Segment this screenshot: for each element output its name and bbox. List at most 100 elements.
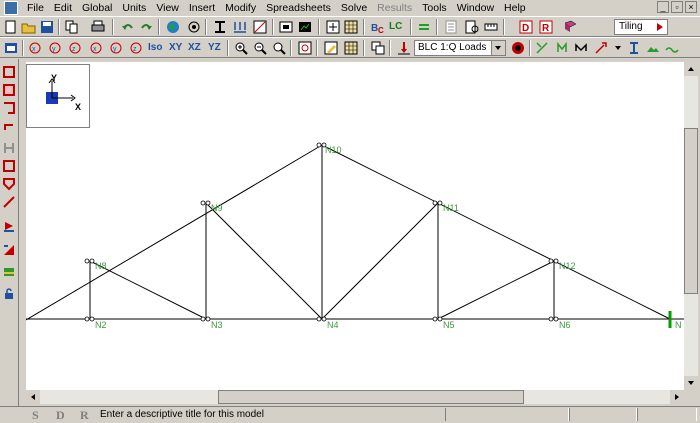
point-load-icon[interactable] <box>2 177 16 191</box>
status-panel <box>569 408 637 421</box>
model-view[interactable]: Y X N2 N3 N4 N5 N6 N N8 N9 N10 N11 N12 <box>26 62 684 390</box>
xz-view-button[interactable]: XZ <box>188 41 201 55</box>
full-screen-icon[interactable] <box>278 19 294 35</box>
zoom-fit-icon[interactable] <box>297 40 313 56</box>
app-icon[interactable] <box>4 1 18 15</box>
zoom-in-icon[interactable] <box>233 40 249 56</box>
area-load-icon[interactable] <box>2 219 16 233</box>
scroll-right-button[interactable] <box>670 390 684 404</box>
open-folder-icon[interactable] <box>21 19 37 35</box>
vertical-scroll-thumb[interactable] <box>684 128 698 294</box>
print-icon[interactable] <box>90 19 106 35</box>
basic-load-case-icon[interactable]: BC <box>370 19 386 35</box>
draw-member-icon[interactable] <box>2 119 16 133</box>
scroll-left-button[interactable] <box>26 390 40 404</box>
chevron-down-icon[interactable] <box>491 41 505 55</box>
moment-icon[interactable] <box>573 40 589 56</box>
scroll-down-button[interactable] <box>684 376 698 390</box>
supports-dropdown-icon[interactable] <box>610 40 626 56</box>
globe-icon[interactable] <box>165 19 181 35</box>
menu-tools[interactable]: Tools <box>417 0 452 16</box>
section-icon[interactable] <box>212 19 228 35</box>
deflection-icon[interactable] <box>510 40 526 56</box>
lock-icon[interactable] <box>2 287 16 301</box>
menu-view[interactable]: View <box>151 0 184 16</box>
supports-icon[interactable] <box>593 40 609 56</box>
iso-view-button[interactable]: Iso <box>148 41 162 55</box>
green-equals-icon[interactable] <box>416 19 432 35</box>
minimize-button[interactable]: _ <box>657 1 669 13</box>
window-icon[interactable] <box>3 40 19 56</box>
member-forces-icon[interactable] <box>534 40 550 56</box>
menu-edit[interactable]: Edit <box>49 0 77 16</box>
close-button[interactable]: × <box>685 1 697 13</box>
load-combinations-button[interactable]: LC <box>389 20 402 34</box>
status-r[interactable]: R <box>80 408 89 423</box>
load-case-select[interactable]: BLC 1:Q Loads <box>414 40 506 56</box>
draw-plates-icon[interactable] <box>2 83 16 97</box>
boundary-icon[interactable] <box>2 141 16 155</box>
copy-icon[interactable] <box>64 19 80 35</box>
save-icon[interactable] <box>39 19 55 35</box>
status-s[interactable]: S <box>32 408 39 423</box>
moving-load-icon[interactable] <box>2 265 16 279</box>
node-load-icon[interactable] <box>2 159 16 173</box>
zoom-previous-icon[interactable] <box>271 40 287 56</box>
column-icon[interactable] <box>626 40 642 56</box>
menu-window[interactable]: Window <box>452 0 499 16</box>
rotate-neg-y-icon[interactable]: y <box>108 40 124 56</box>
results-icon[interactable]: R <box>538 19 554 35</box>
menu-solve[interactable]: Solve <box>336 0 372 16</box>
draw-walls-icon[interactable] <box>2 101 16 115</box>
rotate-z-icon[interactable]: z <box>67 40 83 56</box>
menu-global[interactable]: Global <box>77 0 117 16</box>
solve-icon[interactable] <box>325 19 341 35</box>
draw-members-icon[interactable] <box>2 65 16 79</box>
restore-button[interactable]: ▫ <box>671 1 683 13</box>
redo-icon[interactable] <box>138 19 154 35</box>
menu-modify[interactable]: Modify <box>220 0 261 16</box>
graph-icon[interactable] <box>252 19 268 35</box>
horizontal-scroll-thumb[interactable] <box>218 390 524 404</box>
loads-icon[interactable] <box>232 19 248 35</box>
report-icon[interactable] <box>443 19 459 35</box>
clone-view-icon[interactable] <box>370 40 386 56</box>
undo-icon[interactable] <box>120 19 136 35</box>
tiling-button[interactable]: Tiling <box>614 19 668 35</box>
monitor-icon[interactable] <box>297 19 313 35</box>
menu-spreadsheets[interactable]: Spreadsheets <box>261 0 336 16</box>
menu-help[interactable]: Help <box>499 0 531 16</box>
rotate-neg-x-icon[interactable]: x <box>88 40 104 56</box>
xy-view-button[interactable]: XY <box>169 41 182 55</box>
grid-icon[interactable] <box>343 40 359 56</box>
report-search-icon[interactable] <box>464 19 480 35</box>
design-icon[interactable]: D <box>518 19 534 35</box>
menu-units[interactable]: Units <box>117 0 151 16</box>
node-force-icon[interactable] <box>554 40 570 56</box>
new-file-icon[interactable] <box>3 19 19 35</box>
loads-display-icon[interactable] <box>396 40 412 56</box>
model-view-icon[interactable] <box>186 19 202 35</box>
rotate-y-icon[interactable]: y <box>47 40 63 56</box>
menu-results[interactable]: Results <box>372 0 417 16</box>
wave-icon[interactable] <box>664 40 680 56</box>
svg-text:x: x <box>93 46 97 53</box>
distributed-load-icon[interactable] <box>2 195 16 209</box>
menu-file[interactable]: File <box>22 0 49 16</box>
surface-load-icon[interactable] <box>2 243 16 257</box>
ruler-icon[interactable] <box>483 19 499 35</box>
book-icon[interactable] <box>562 19 578 35</box>
menu-insert[interactable]: Insert <box>184 0 220 16</box>
edit-pencil-icon[interactable] <box>323 40 339 56</box>
play-arrow-icon <box>657 23 663 31</box>
status-d[interactable]: D <box>56 408 65 423</box>
zoom-out-icon[interactable] <box>252 40 268 56</box>
vertical-scrollbar[interactable] <box>684 62 698 390</box>
scroll-up-button[interactable] <box>684 62 698 76</box>
spreadsheet-icon[interactable] <box>343 19 359 35</box>
yz-view-button[interactable]: YZ <box>208 41 221 55</box>
horizontal-scrollbar[interactable] <box>26 390 684 404</box>
terrain-icon[interactable] <box>645 40 661 56</box>
rotate-neg-z-icon[interactable]: z <box>128 40 144 56</box>
rotate-x-icon[interactable]: x <box>27 40 43 56</box>
